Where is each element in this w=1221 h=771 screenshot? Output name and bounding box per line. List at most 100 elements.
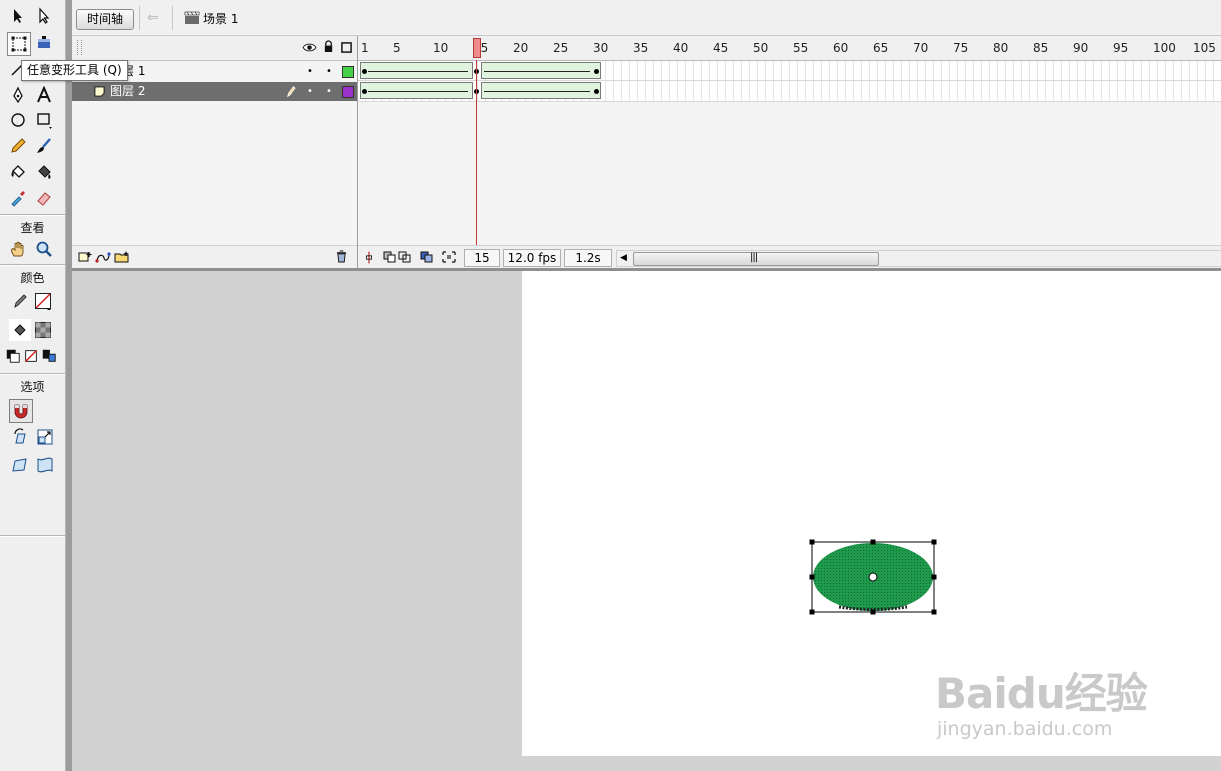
view-section-label: 查看: [20, 221, 45, 235]
row-divider: [358, 101, 1221, 102]
elapsed-time-field: 1.2s: [564, 249, 612, 267]
delete-layer-trash-icon[interactable]: [336, 250, 347, 263]
no-color-icon: [25, 350, 37, 362]
frame-ruler[interactable]: 1510152025303540455055606570758085909510…: [358, 36, 1221, 61]
onion-skin-icon[interactable]: [383, 251, 397, 263]
rectangle-tool[interactable]: [33, 109, 55, 131]
timeline-horizontal-scrollbar[interactable]: ◀ |||: [616, 250, 1221, 267]
add-motion-guide-icon[interactable]: [95, 251, 111, 263]
visibility-dot[interactable]: •: [307, 62, 313, 81]
stroke-color-tool[interactable]: [9, 290, 31, 312]
fill-color-tool[interactable]: [9, 319, 31, 341]
brush-icon: [37, 138, 51, 153]
ruler-tick-label: 75: [953, 41, 969, 55]
center-frame-icon[interactable]: [364, 251, 374, 264]
visibility-dot[interactable]: •: [307, 82, 313, 101]
back-arrow-icon[interactable]: ⇐: [147, 11, 163, 25]
playhead-handle[interactable]: [473, 38, 481, 58]
pen-icon: [13, 86, 23, 104]
text-tool[interactable]: [33, 84, 55, 106]
lock-dot[interactable]: •: [326, 82, 332, 101]
subselection-tool[interactable]: [33, 5, 55, 27]
ruler-tick-label: 80: [993, 41, 1009, 55]
ruler-tick-label: 10: [433, 41, 449, 55]
pencil-tool[interactable]: [7, 135, 29, 157]
ruler-tick-label: 60: [833, 41, 849, 55]
distort-button[interactable]: [9, 454, 31, 476]
black-white-button[interactable]: [5, 345, 21, 367]
no-color-swatch-icon: [35, 293, 51, 310]
add-folder-icon[interactable]: [114, 251, 130, 263]
layer-color-swatch[interactable]: [342, 66, 354, 78]
toolbox-separator: [0, 535, 65, 537]
stroke-color-swatch[interactable]: [32, 290, 54, 312]
swap-colors-button[interactable]: [41, 345, 57, 367]
frame-rate-field[interactable]: 12.0 fps: [503, 249, 561, 267]
lock-icon[interactable]: [323, 40, 334, 53]
ruler-tick-label: 45: [713, 41, 729, 55]
zoom-tool[interactable]: [33, 238, 55, 260]
rotate-skew-button[interactable]: [9, 426, 31, 448]
modify-onion-markers-icon[interactable]: [442, 251, 456, 263]
scroll-left-arrow-icon[interactable]: ◀: [620, 251, 627, 266]
panel-gripper[interactable]: [77, 40, 82, 55]
pencil-edit-icon: [287, 85, 296, 98]
current-frame-field[interactable]: 15: [464, 249, 500, 267]
tool-tooltip: 任意变形工具 (Q): [21, 60, 128, 81]
no-color-button[interactable]: [23, 345, 39, 367]
free-transform-tool[interactable]: [7, 32, 31, 56]
gradient-transform-tool[interactable]: [33, 32, 55, 54]
eyedropper-tool[interactable]: [7, 187, 29, 209]
rectangle-icon: [37, 113, 52, 129]
scale-icon: [37, 429, 53, 445]
free-transform-icon: [11, 36, 27, 52]
selection-tool[interactable]: [7, 5, 29, 27]
keyframe-dot[interactable]: [362, 69, 367, 74]
envelope-button[interactable]: [34, 454, 56, 476]
timeline-status-bar: 15 12.0 fps 1.2s ◀ |||: [358, 245, 1221, 269]
ruler-tick-label: 1: [361, 41, 369, 55]
toolbox-separator: [0, 373, 65, 375]
layer-footer: [72, 245, 357, 269]
lock-dot[interactable]: •: [326, 62, 332, 81]
fill-color-swatch[interactable]: [32, 319, 54, 341]
bucket-small-icon: [14, 324, 26, 336]
eraser-tool[interactable]: [33, 187, 55, 209]
arrow-icon: [14, 9, 22, 23]
frame-rows[interactable]: [358, 61, 1221, 102]
ink-bottle-tool[interactable]: [7, 161, 29, 183]
ruler-tick-label: 25: [553, 41, 569, 55]
keyframe-dot[interactable]: [362, 89, 367, 94]
oval-tool[interactable]: [7, 109, 29, 131]
frames-grid[interactable]: 1510152025303540455055606570758085909510…: [358, 36, 1221, 269]
scrollbar-thumb[interactable]: |||: [633, 252, 879, 266]
text-a-icon: [37, 86, 51, 103]
add-layer-icon[interactable]: [78, 251, 92, 263]
layer-row-2[interactable]: 图层 2 • •: [72, 82, 357, 101]
gradient-transform-icon: [38, 36, 50, 48]
pen-tool[interactable]: [7, 84, 29, 106]
toolbox: 查看 颜色 选项: [0, 0, 66, 771]
layer-color-swatch[interactable]: [342, 86, 354, 98]
ruler-tick-label: 105: [1193, 41, 1216, 55]
brush-tool[interactable]: [33, 135, 55, 157]
eye-icon[interactable]: [302, 42, 317, 53]
paint-bucket-tool[interactable]: [33, 161, 55, 183]
selected-oval-shape[interactable]: [803, 532, 943, 622]
ruler-tick-label: 30: [593, 41, 609, 55]
timeline-toggle-button[interactable]: 时间轴: [76, 9, 134, 30]
stage-canvas[interactable]: [522, 271, 1221, 756]
edit-multiple-frames-icon[interactable]: [420, 251, 434, 263]
onion-skin-outlines-icon[interactable]: [398, 251, 412, 263]
keyframe-dot[interactable]: [594, 69, 599, 74]
paint-bucket-icon: [38, 165, 51, 179]
hand-tool[interactable]: [7, 238, 29, 260]
checker-swatch-icon: [35, 322, 51, 338]
ruler-tick-label: 65: [873, 41, 889, 55]
scene-breadcrumb[interactable]: 场景 1: [203, 10, 238, 27]
outline-square-icon[interactable]: [341, 42, 352, 53]
tween-arrow: [484, 91, 590, 92]
snap-to-objects-button[interactable]: [9, 399, 33, 423]
scale-button[interactable]: [34, 426, 56, 448]
keyframe-dot[interactable]: [594, 89, 599, 94]
